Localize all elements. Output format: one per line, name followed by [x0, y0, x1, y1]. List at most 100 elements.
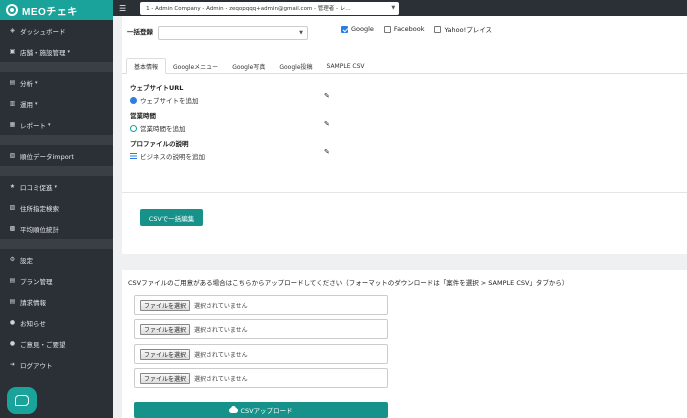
- sidebar-item-label: お知らせ: [20, 319, 46, 328]
- operation-icon: ▥: [9, 100, 16, 107]
- checkbox-yahoo[interactable]: Yahoo!プレイス: [434, 24, 492, 34]
- field-add-link[interactable]: 営業時間を追加: [130, 123, 186, 133]
- checkbox-label: Google: [351, 25, 374, 33]
- tab-2[interactable]: Google写真: [225, 58, 272, 74]
- file-status: 選択されていません: [194, 351, 248, 359]
- brand[interactable]: MEOチェキ: [0, 0, 113, 20]
- sidebar-item-store[interactable]: ▣ 店舗・施設管理 ▾: [0, 41, 113, 62]
- checkbox-box[interactable]: [341, 25, 348, 33]
- tab-3[interactable]: Google投稿: [272, 58, 319, 74]
- csv-bulk-edit-button[interactable]: CSVで一括編集: [140, 209, 203, 226]
- field-add-label: ビジネスの説明を追加: [140, 153, 205, 161]
- sidebar-item-label: 運用: [20, 100, 33, 109]
- sidebar-item-logout[interactable]: ➜ ログアウト: [0, 354, 113, 375]
- file-input[interactable]: ファイルを選択 選択されていません: [134, 295, 388, 315]
- field-add-label: 営業時間を追加: [140, 125, 186, 133]
- file-status: 選択されていません: [194, 375, 248, 383]
- tab-4[interactable]: SAMPLE CSV: [320, 58, 372, 74]
- brand-name: MEOチェキ: [22, 6, 78, 18]
- file-input[interactable]: ファイルを選択 選択されていません: [134, 319, 388, 339]
- sidebar-item-report[interactable]: ▦ レポート ▾: [0, 114, 113, 135]
- profile-field: プロファイルの説明ビジネスの説明を追加: [130, 138, 205, 161]
- sidebar-item-label: レポート: [20, 121, 46, 130]
- file-status: 選択されていません: [194, 326, 248, 334]
- csv-upload-button[interactable]: CSVアップロード: [134, 402, 388, 418]
- choose-file-button[interactable]: ファイルを選択: [140, 348, 191, 360]
- file-input[interactable]: ファイルを選択 選択されていません: [134, 344, 388, 364]
- caret-down-icon: ▾: [35, 79, 38, 86]
- bulk-register-label: 一括登録: [127, 28, 153, 36]
- logout-icon: ➜: [9, 361, 16, 368]
- analytics-icon: ▤: [9, 79, 16, 86]
- sidebar-item-plan[interactable]: ▤ プラン管理: [0, 270, 113, 291]
- sidebar-item-bell[interactable]: ● お知らせ: [0, 312, 113, 333]
- report-icon: ▦: [9, 121, 16, 128]
- sidebar-item-label: 店舗・施設管理: [20, 48, 66, 57]
- hamburger-icon[interactable]: ☰: [119, 4, 126, 13]
- field-title: プロファイルの説明: [130, 140, 189, 148]
- chat-button[interactable]: [7, 387, 37, 414]
- checkbox-google[interactable]: Google: [341, 25, 374, 33]
- clock-icon: [130, 124, 137, 132]
- import-icon: ▧: [9, 152, 16, 159]
- pencil-icon[interactable]: ✎: [324, 92, 330, 100]
- checkbox-box[interactable]: [434, 25, 442, 33]
- address-search-icon: ▨: [9, 204, 16, 211]
- file-status: 選択されていません: [194, 302, 248, 310]
- billing-icon: ▤: [9, 298, 16, 305]
- sidebar-item-operation[interactable]: ▥ 運用 ▾: [0, 93, 113, 114]
- profile-field: ウェブサイトURL ウェブサイトを追加: [130, 82, 199, 105]
- chat-bubble-icon: [15, 395, 29, 406]
- dashboard-icon: ◈: [10, 27, 15, 34]
- bulk-register-select[interactable]: ▼: [158, 26, 308, 40]
- feedback-icon: ●: [9, 340, 16, 347]
- sidebar-item-star[interactable]: ★ 口コミ促進 ▾: [0, 176, 113, 197]
- sidebar-item-gear[interactable]: ⚙ 設定: [0, 249, 113, 270]
- sidebar-item-analytics[interactable]: ▤ 分析 ▾: [0, 72, 113, 93]
- field-add-link[interactable]: ウェブサイトを追加: [130, 95, 199, 105]
- file-input[interactable]: ファイルを選択 選択されていません: [134, 368, 388, 388]
- sidebar-item-label: ダッシュボード: [20, 27, 66, 36]
- globe-icon: [130, 96, 137, 104]
- sidebar-divider: [0, 135, 113, 145]
- plan-icon: ▤: [9, 277, 16, 284]
- sidebar-item-label: ログアウト: [20, 361, 53, 370]
- sidebar-item-address-search[interactable]: ▨ 住所指定検索: [0, 197, 113, 218]
- tab-1[interactable]: Googleメニュー: [166, 58, 225, 74]
- sidebar-item-stats[interactable]: ▩ 平均順位統計: [0, 218, 113, 239]
- sidebar-item-label: 分析: [20, 79, 33, 88]
- sidebar-item-import[interactable]: ▧ 順位データimport: [0, 145, 113, 166]
- sidebar-item-label: 請求情報: [20, 298, 46, 307]
- sidebar-item-dashboard[interactable]: ◈ ダッシュボード: [0, 20, 113, 41]
- tab-0[interactable]: 基本情報: [126, 58, 167, 74]
- profile-field: 営業時間営業時間を追加: [130, 110, 186, 133]
- tab-bar: 基本情報 Googleメニュー Google写真 Google投稿 SAMPLE CSV: [122, 58, 687, 74]
- sidebar-item-label: プラン管理: [20, 277, 53, 286]
- description-icon: [130, 152, 137, 160]
- caret-down-icon: ▾: [54, 183, 58, 190]
- field-add-link[interactable]: ビジネスの説明を追加: [130, 151, 205, 161]
- checkbox-label: Facebook: [393, 25, 425, 33]
- stats-icon: ▩: [9, 225, 16, 232]
- company-select[interactable]: 1 - Admin Company - Admin - zeqopqqq+adm…: [140, 1, 400, 15]
- choose-file-button[interactable]: ファイルを選択: [140, 299, 191, 311]
- sidebar-item-feedback[interactable]: ● ご意見・ご要望: [0, 333, 113, 354]
- store-icon: ▣: [9, 48, 16, 55]
- field-title: 営業時間: [130, 112, 156, 120]
- choose-file-button[interactable]: ファイルを選択: [140, 323, 191, 335]
- csv-upload-label: CSVアップロード: [240, 407, 293, 415]
- checkbox-label: Yahoo!プレイス: [444, 26, 493, 34]
- pencil-icon[interactable]: ✎: [324, 148, 330, 156]
- bell-icon: ●: [9, 319, 16, 326]
- field-title: ウェブサイトURL: [130, 84, 184, 92]
- choose-file-button[interactable]: ファイルを選択: [140, 372, 191, 384]
- field-add-label: ウェブサイトを追加: [140, 97, 199, 105]
- sidebar-item-label: 平均順位統計: [20, 225, 59, 234]
- sidebar-nav: ◈ ダッシュボード ▣ 店舗・施設管理 ▾ ▤ 分析 ▾ ▥ 運用 ▾ ▦ レポート ▾ ▧ 順位データimp…: [0, 20, 113, 375]
- checkbox-box[interactable]: [383, 25, 391, 33]
- caret-down-icon: ▾: [48, 121, 51, 128]
- chevron-down-icon: ▼: [391, 5, 396, 11]
- pencil-icon[interactable]: ✎: [324, 120, 330, 128]
- sidebar-item-billing[interactable]: ▤ 請求情報: [0, 291, 113, 312]
- checkbox-facebook[interactable]: Facebook: [383, 25, 425, 33]
